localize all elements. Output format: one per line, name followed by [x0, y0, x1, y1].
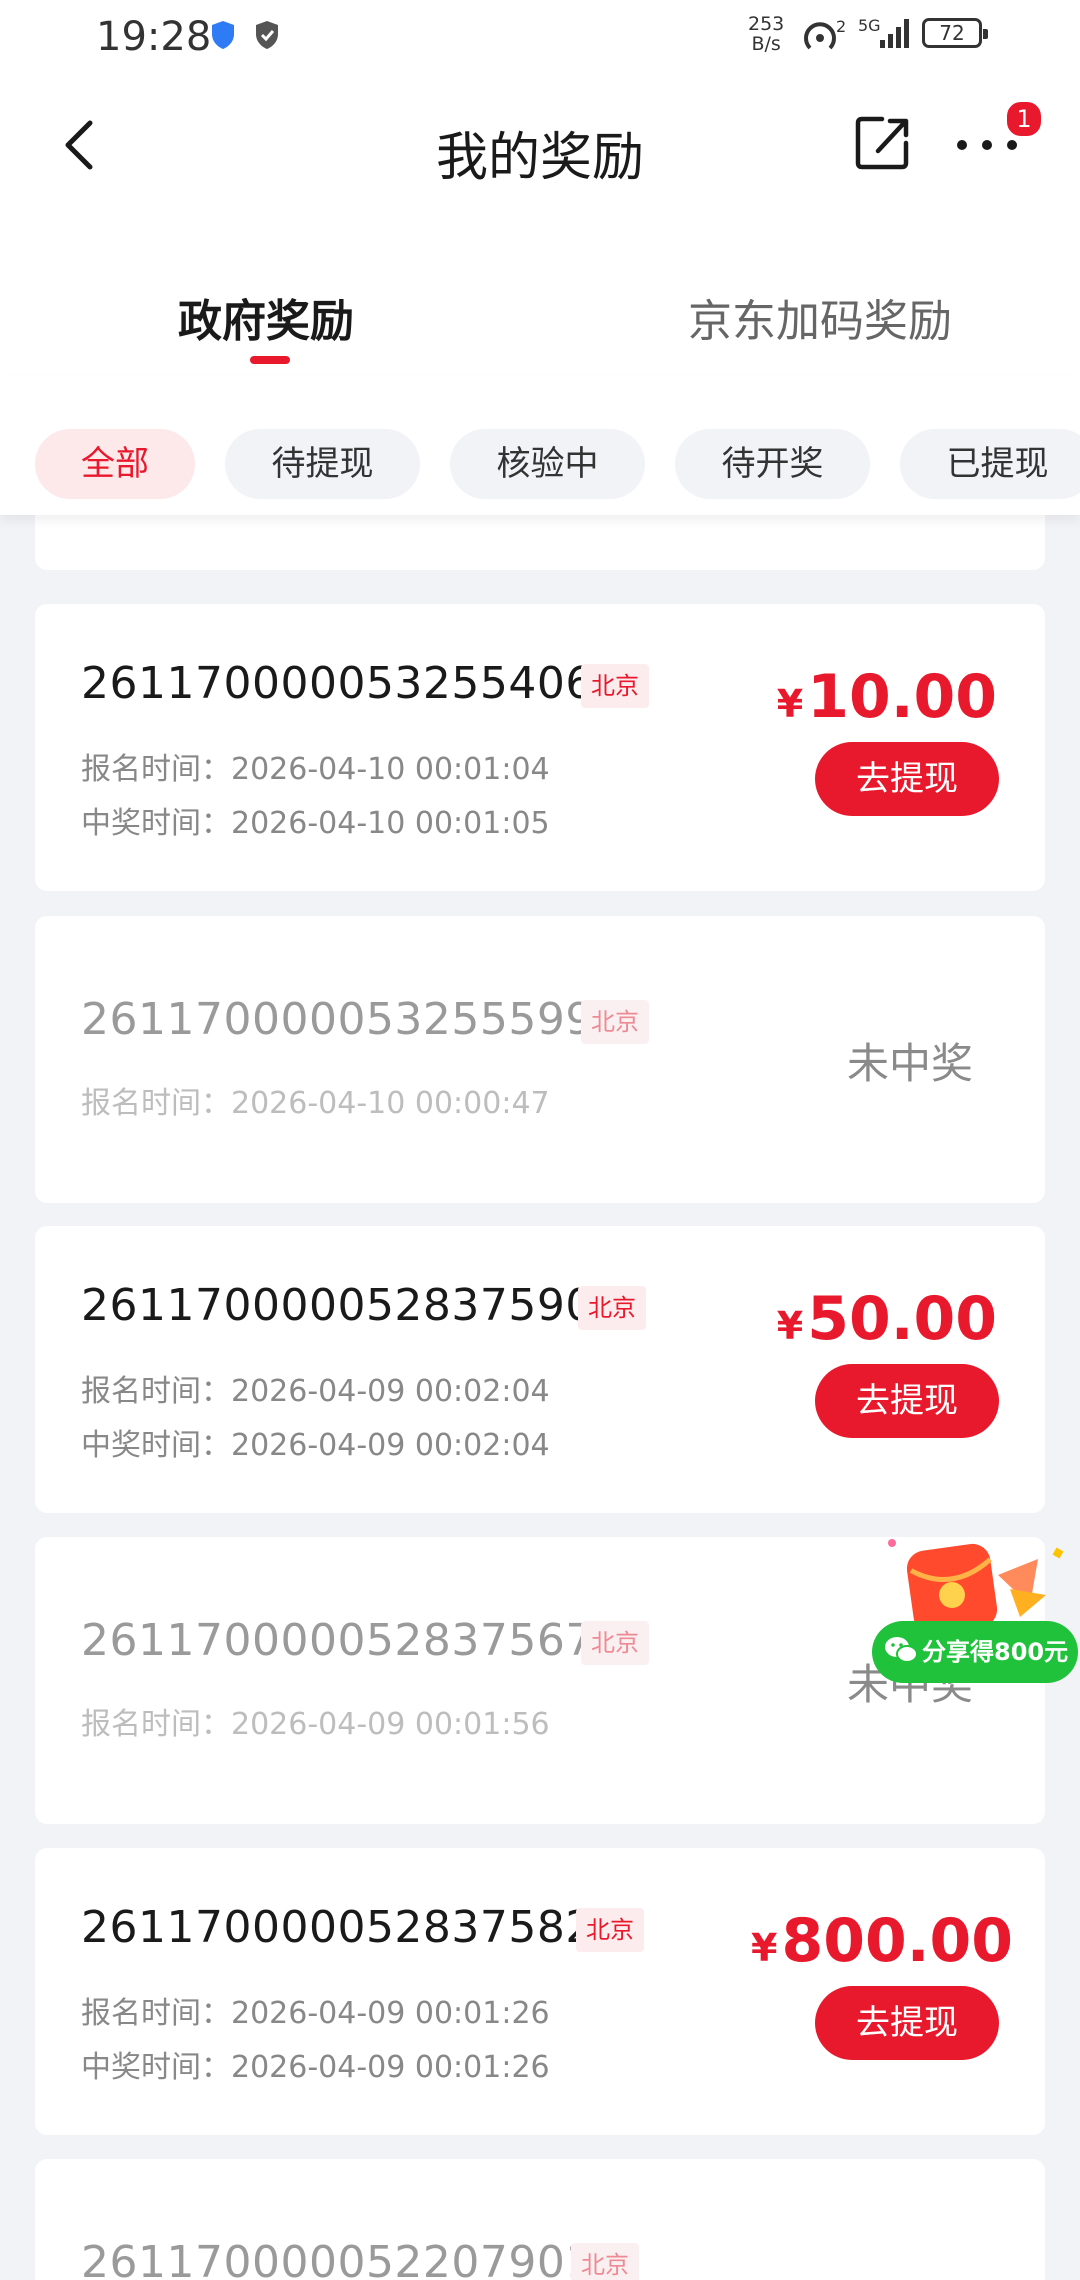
signup-time-value: 2026-04-10 00:01:04 [231, 752, 550, 787]
win-time-label: 中奖时间： [81, 806, 231, 841]
reward-list: 2611700000532554069 北京 报名时间：2026-04-10 0… [0, 515, 1080, 2280]
record-id: 2611700000522079018 [81, 2237, 623, 2280]
signup-time-label: 报名时间： [81, 1707, 231, 1742]
win-time-value: 2026-04-09 00:01:26 [231, 2050, 550, 2085]
withdraw-button[interactable]: 去提现 [815, 1986, 999, 2060]
signal-icon [878, 16, 914, 54]
filter-bar: 全部 待提现 核验中 待开奖 已提现 [0, 375, 1080, 515]
win-time-label: 中奖时间： [81, 1428, 231, 1463]
record-id: 2611700000532554069 [81, 658, 623, 709]
signup-time-label: 报名时间： [81, 1996, 231, 2031]
signup-time-label: 报名时间： [81, 1374, 231, 1409]
status-bar: 19:28 253 B/s 2 5G 72 [0, 0, 1080, 75]
signup-time-value: 2026-04-09 00:01:26 [231, 1996, 550, 2031]
list-item: 2611700000522079018 北京 [35, 2159, 1045, 2280]
region-tag: 北京 [581, 1000, 649, 1044]
withdraw-button[interactable]: 去提现 [815, 742, 999, 816]
signup-time-value: 2026-04-09 00:01:56 [231, 1707, 550, 1742]
list-item: 2611700000532554069 北京 报名时间：2026-04-10 0… [35, 604, 1045, 891]
win-time: 中奖时间：2026-04-09 00:01:26 [81, 2042, 550, 2086]
share-icon [855, 116, 909, 170]
win-time-value: 2026-04-09 00:02:04 [231, 1428, 550, 1463]
region-tag: 北京 [578, 1286, 646, 1330]
win-time-label: 中奖时间： [81, 2050, 231, 2085]
list-item: 2611700000528375827 北京 报名时间：2026-04-09 0… [35, 1848, 1045, 2135]
filter-verifying[interactable]: 核验中 [450, 429, 645, 499]
filter-withdrawn[interactable]: 已提现 [900, 429, 1080, 499]
filter-pending-draw[interactable]: 待开奖 [675, 429, 870, 499]
battery-indicator: 72 [922, 18, 988, 48]
signup-time: 报名时间：2026-04-09 00:02:04 [81, 1366, 550, 1410]
signup-time: 报名时间：2026-04-10 00:00:47 [81, 1078, 550, 1122]
signup-time-label: 报名时间： [81, 1086, 231, 1121]
notification-badge: 1 [1004, 99, 1044, 139]
signup-time: 报名时间：2026-04-09 00:01:56 [81, 1699, 550, 1743]
list-item [35, 515, 1045, 570]
status-time: 19:28 [96, 14, 212, 60]
withdraw-button[interactable]: 去提现 [815, 1364, 999, 1438]
active-tab-indicator [250, 356, 290, 364]
reward-amount: ¥800.00 [751, 1906, 1013, 1976]
signup-time-label: 报名时间： [81, 752, 231, 787]
page-title: 我的奖励 [435, 128, 644, 188]
list-item: 2611700000528375906 北京 报名时间：2026-04-09 0… [35, 1226, 1045, 1513]
filter-pending-withdraw[interactable]: 待提现 [225, 429, 420, 499]
record-id: 2611700000528375679 [81, 1615, 623, 1666]
reward-tabs: 政府奖励 京东加码奖励 [0, 215, 1080, 375]
hotspot-icon: 2 [800, 14, 850, 58]
region-tag: 北京 [581, 664, 649, 708]
share-button[interactable] [852, 113, 912, 173]
region-tag: 北京 [576, 1908, 644, 1952]
amount-value: 800.00 [781, 1906, 1013, 1976]
signup-time: 报名时间：2026-04-10 00:01:04 [81, 744, 550, 788]
security-shield-icon [210, 20, 236, 54]
record-id: 2611700000532555992 [81, 994, 623, 1045]
amount-value: 10.00 [807, 662, 997, 732]
filter-all[interactable]: 全部 [35, 429, 195, 499]
network-speed-value: 253 [748, 13, 785, 35]
region-tag: 北京 [571, 2243, 639, 2280]
currency-symbol: ¥ [776, 682, 804, 726]
back-button[interactable] [52, 115, 112, 175]
signup-time-value: 2026-04-10 00:00:47 [231, 1086, 550, 1121]
not-won-status: 未中奖 [846, 1039, 973, 1088]
tab-government-reward[interactable]: 政府奖励 [178, 285, 354, 349]
back-arrow-icon [65, 120, 93, 170]
tab-jd-bonus-reward[interactable]: 京东加码奖励 [688, 285, 952, 349]
share-promo-float[interactable]: 分享得800元 [870, 1535, 1080, 1695]
region-tag: 北京 [581, 1621, 649, 1665]
signup-time: 报名时间：2026-04-09 00:01:26 [81, 1988, 550, 2032]
network-speed-unit: B/s [751, 33, 781, 55]
nav-bar: 我的奖励 1 [0, 75, 1080, 215]
network-speed: 253 B/s [748, 14, 784, 54]
reward-amount: ¥50.00 [777, 1284, 997, 1354]
win-time-value: 2026-04-10 00:01:05 [231, 806, 550, 841]
signup-time-value: 2026-04-09 00:02:04 [231, 1374, 550, 1409]
record-id: 2611700000528375906 [81, 1280, 623, 1331]
amount-value: 50.00 [807, 1284, 997, 1354]
currency-symbol: ¥ [776, 1304, 804, 1348]
currency-symbol: ¥ [751, 1926, 778, 1970]
reward-amount: ¥10.00 [777, 662, 997, 732]
win-time: 中奖时间：2026-04-10 00:01:05 [81, 798, 550, 842]
list-item: 2611700000532555992 北京 报名时间：2026-04-10 0… [35, 916, 1045, 1203]
record-id: 2611700000528375827 [81, 1902, 623, 1953]
win-time: 中奖时间：2026-04-09 00:02:04 [81, 1420, 550, 1464]
wechat-icon [885, 1637, 918, 1663]
svg-text:2: 2 [836, 17, 846, 36]
protection-shield-icon [254, 20, 280, 54]
